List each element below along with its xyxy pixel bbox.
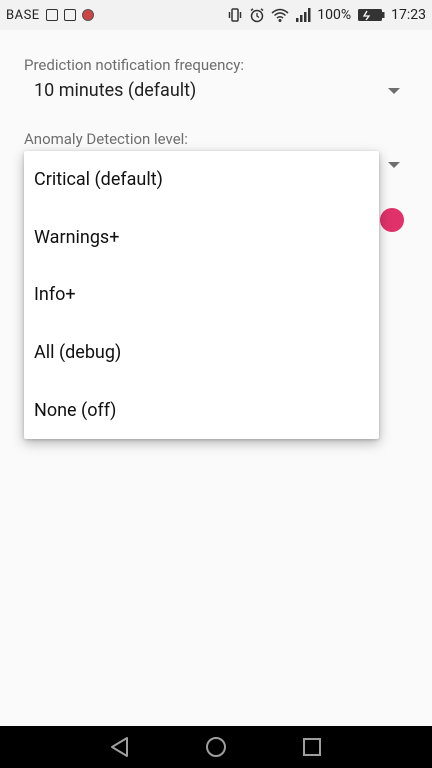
status-bar: BASE 100% 17:23 (0, 0, 432, 30)
dropdown-option-label: Info+ (34, 284, 76, 306)
dropdown-option-none[interactable]: None (off) (24, 381, 379, 439)
dropdown-option-label: Critical (default) (34, 169, 163, 191)
clock: 17:23 (391, 7, 426, 23)
prediction-frequency-value: 10 minutes (default) (34, 80, 197, 101)
notification-icon (63, 9, 76, 21)
status-bar-right: 100% 17:23 (227, 7, 426, 23)
chevron-down-icon (388, 88, 400, 94)
home-button[interactable] (203, 734, 229, 760)
anomaly-level-label: Anomaly Detection level: (24, 130, 188, 148)
back-button[interactable] (107, 734, 133, 760)
carrier-label: BASE (6, 7, 40, 23)
signal-icon (295, 8, 311, 22)
home-icon (206, 737, 226, 757)
status-bar-left: BASE (6, 8, 94, 23)
recents-button[interactable] (299, 734, 325, 760)
wifi-icon (271, 7, 289, 23)
dropdown-option-label: None (off) (34, 399, 117, 421)
anomaly-level-dropdown: Critical (default) Warnings+ Info+ All (… (24, 151, 379, 439)
dropdown-option-label: All (debug) (34, 342, 122, 364)
dropdown-option-label: Warnings+ (34, 226, 120, 248)
dropdown-option-critical[interactable]: Critical (default) (24, 151, 379, 209)
chevron-down-icon (388, 162, 400, 168)
settings-content: Prediction notification frequency: 10 mi… (0, 30, 432, 726)
battery-percent: 100% (317, 7, 352, 23)
dropdown-option-all[interactable]: All (debug) (24, 324, 379, 382)
dropdown-option-info[interactable]: Info+ (24, 266, 379, 324)
notification-icon (45, 9, 58, 21)
vibrate-icon (227, 7, 243, 23)
notification-icon (81, 9, 94, 21)
navigation-bar (0, 726, 432, 768)
back-icon (111, 737, 128, 757)
prediction-frequency-label: Prediction notification frequency: (24, 56, 244, 74)
prediction-frequency-spinner[interactable]: 10 minutes (default) (24, 74, 408, 108)
dropdown-option-warnings[interactable]: Warnings+ (24, 209, 379, 267)
accent-dot[interactable] (380, 208, 404, 232)
alarm-icon (249, 7, 265, 23)
recents-icon (303, 738, 321, 756)
battery-icon (357, 8, 385, 22)
